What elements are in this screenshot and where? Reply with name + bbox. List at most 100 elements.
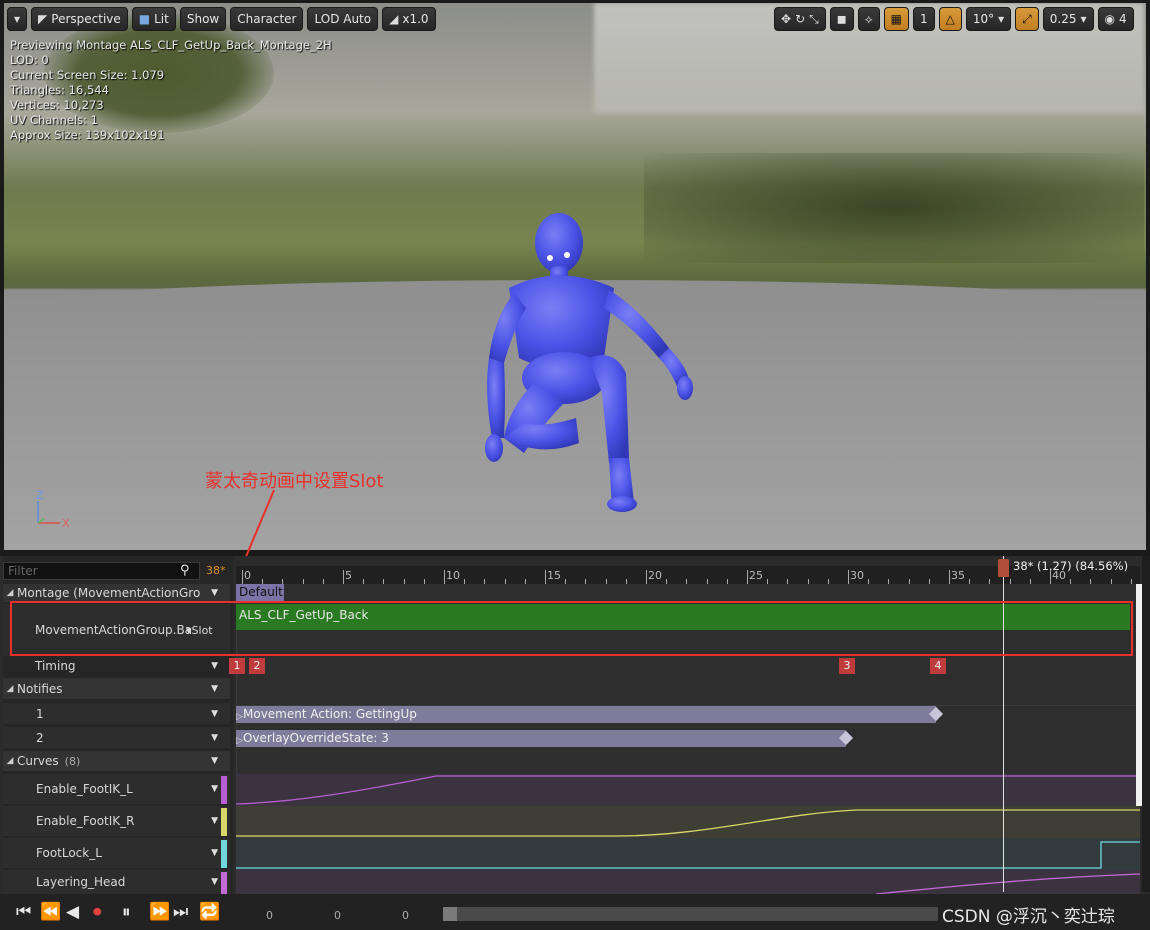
stat-lod: LOD: 0 bbox=[10, 53, 49, 67]
chevron-down-icon[interactable]: ▼ bbox=[211, 661, 218, 671]
current-frame-label: 38* bbox=[206, 564, 226, 577]
playback-speed-button[interactable]: ◢ x1.0 bbox=[382, 7, 436, 31]
chevron-down-icon[interactable]: ▼ bbox=[211, 709, 218, 719]
snap-icon: ⟡ bbox=[864, 11, 873, 26]
collapse-icon[interactable]: ◢ bbox=[3, 756, 17, 766]
notify-track-1[interactable]: 1 ▼ bbox=[3, 703, 230, 724]
mannequin-figure bbox=[485, 213, 693, 512]
curve-lines bbox=[236, 775, 1140, 894]
ruler-tick bbox=[848, 570, 849, 584]
timing-marker-3[interactable]: 3 bbox=[839, 658, 855, 674]
play-reverse-icon[interactable]: ◀ bbox=[66, 903, 79, 921]
axis-z-label: Z bbox=[36, 491, 44, 502]
filter-input[interactable]: Filter bbox=[3, 562, 200, 580]
playhead-handle[interactable] bbox=[998, 559, 1009, 577]
persona-editor: ▾ ◤ Perspective ■ Lit Show Character LOD A… bbox=[0, 0, 1150, 930]
curve-line-2 bbox=[236, 809, 1140, 837]
angle-snap-value[interactable]: 10° ▾ bbox=[965, 7, 1012, 31]
montage-timeline: Filter ⚲ 38* 0 5 10 15 20 25 30 35 40 ◢ Montage … bbox=[0, 556, 1150, 930]
montage-row[interactable]: ◢ Montage (MovementActionGro ▼ bbox=[3, 584, 230, 602]
grid-snap-toggle[interactable]: ▦ bbox=[883, 7, 909, 31]
loop-icon[interactable]: 🔁 bbox=[199, 903, 220, 921]
chevron-down-icon[interactable]: ▼ bbox=[211, 816, 218, 826]
curve-track-4[interactable]: Layering_Head ▼ bbox=[3, 870, 230, 894]
chevron-down-icon[interactable]: ▼ bbox=[211, 733, 218, 743]
curve-color-3 bbox=[221, 840, 227, 868]
timing-marker-2[interactable]: 2 bbox=[249, 658, 265, 674]
scale-snap-value[interactable]: 0.25 ▾ bbox=[1042, 7, 1094, 31]
curve-color-1 bbox=[221, 776, 227, 804]
rotate-icon: ↻ bbox=[795, 12, 806, 26]
character-button[interactable]: Character bbox=[230, 7, 304, 31]
search-icon[interactable]: ⚲ bbox=[180, 563, 190, 578]
working-start-value[interactable]: 0 bbox=[334, 909, 341, 922]
axis-gizmo: Z X bbox=[36, 491, 70, 530]
step-back-icon[interactable]: ⏪ bbox=[40, 903, 61, 921]
timing-marker-1[interactable]: 1 bbox=[229, 658, 245, 674]
ruler-label: 30 bbox=[850, 569, 864, 582]
preview-viewport[interactable]: ▾ ◤ Perspective ■ Lit Show Character LOD A… bbox=[4, 3, 1146, 550]
world-local-button[interactable]: ◼ bbox=[829, 7, 854, 31]
curve-track-2[interactable]: Enable_FootIK_R ▼ bbox=[3, 806, 230, 836]
angle-snap-toggle[interactable]: △ bbox=[938, 7, 962, 31]
chevron-down-icon[interactable]: ▼ bbox=[211, 756, 218, 766]
notify-overlay-override[interactable]: ▷ OverlayOverrideState: 3 bbox=[236, 730, 854, 747]
show-button[interactable]: Show bbox=[179, 7, 227, 31]
ruler-label: 0 bbox=[244, 569, 251, 582]
angle-icon: △ bbox=[945, 12, 955, 26]
ruler-tick bbox=[949, 570, 950, 584]
ruler-tick bbox=[747, 570, 748, 584]
notify-start-icon: ▷ bbox=[236, 712, 243, 722]
step-forward-icon[interactable]: ⏩ bbox=[149, 903, 170, 921]
scale-snap-toggle[interactable]: ⤢ bbox=[1015, 7, 1039, 31]
chevron-down-icon: ▾ bbox=[998, 12, 1005, 26]
viewport-menu-button[interactable]: ▾ bbox=[7, 7, 28, 31]
lod-button[interactable]: LOD Auto bbox=[307, 7, 379, 31]
scale-icon: ⤡ bbox=[809, 11, 819, 26]
translate-tool-button[interactable]: ✥ ↻ ⤡ bbox=[774, 7, 826, 31]
background-shade bbox=[644, 153, 1144, 263]
stat-approx-size: Approx Size: 139x102x191 bbox=[10, 128, 165, 142]
section-default-tag[interactable]: Default bbox=[236, 584, 284, 601]
record-icon[interactable]: ⏺ bbox=[93, 903, 102, 921]
timeline-scroll-thumb[interactable] bbox=[443, 907, 457, 921]
notifies-row[interactable]: ◢ Notifies ▼ bbox=[3, 678, 230, 699]
collapse-icon[interactable]: ◢ bbox=[3, 588, 17, 598]
chevron-down-icon[interactable]: ▼ bbox=[211, 848, 218, 858]
viewport-stats: Previewing Montage ALS_CLF_GetUp_Back_Mo… bbox=[10, 38, 332, 143]
surface-snap-button[interactable]: ⟡ bbox=[857, 7, 880, 31]
timing-row[interactable]: Timing ▼ bbox=[3, 657, 230, 675]
timing-marker-4[interactable]: 4 bbox=[930, 658, 946, 674]
grid-snap-value[interactable]: 1 bbox=[912, 7, 935, 31]
ruler-label: 5 bbox=[345, 569, 352, 582]
pause-icon[interactable]: ⏸ bbox=[122, 903, 131, 921]
chevron-down-icon[interactable]: ▼ bbox=[211, 684, 218, 694]
chevron-down-icon[interactable]: ▼ bbox=[211, 588, 218, 598]
curve-track-1[interactable]: Enable_FootIK_L ▼ bbox=[3, 774, 230, 804]
chevron-down-icon[interactable]: ▼ bbox=[211, 784, 218, 794]
timeline-scrollbar[interactable] bbox=[443, 907, 938, 921]
working-end-value[interactable]: 0 bbox=[402, 909, 409, 922]
curve-line-3 bbox=[236, 841, 1140, 869]
collapse-icon[interactable]: ◢ bbox=[3, 684, 17, 694]
ruler-tick bbox=[242, 570, 243, 584]
notify-track-2[interactable]: 2 ▼ bbox=[3, 727, 230, 748]
curve-track-3[interactable]: FootLock_L ▼ bbox=[3, 838, 230, 868]
camera-speed-button[interactable]: ◉ 4 bbox=[1097, 7, 1134, 31]
stat-uv-channels: UV Channels: 1 bbox=[10, 113, 98, 127]
annotation-highlight-box bbox=[10, 601, 1133, 656]
ruler-label: 25 bbox=[749, 569, 763, 582]
curve-line-4 bbox=[875, 873, 1140, 894]
curves-row[interactable]: ◢ Curves (8) ▼ bbox=[3, 751, 230, 771]
skip-to-start-icon[interactable]: ⏮ bbox=[16, 903, 31, 921]
lit-button[interactable]: ■ Lit bbox=[131, 7, 176, 31]
skip-to-end-icon[interactable]: ⏭ bbox=[173, 903, 188, 921]
ruler-tick bbox=[545, 570, 546, 584]
cube-lit-icon: ■ bbox=[138, 12, 151, 26]
view-start-value[interactable]: 0 bbox=[266, 909, 273, 922]
perspective-button[interactable]: ◤ Perspective bbox=[31, 7, 128, 31]
notify-movement-action[interactable]: ▷ Movement Action: GettingUp bbox=[236, 706, 944, 723]
chevron-down-icon[interactable]: ▼ bbox=[211, 877, 218, 887]
axis-x-label: X bbox=[62, 517, 70, 530]
notify-start-icon: ▷ bbox=[236, 736, 243, 746]
